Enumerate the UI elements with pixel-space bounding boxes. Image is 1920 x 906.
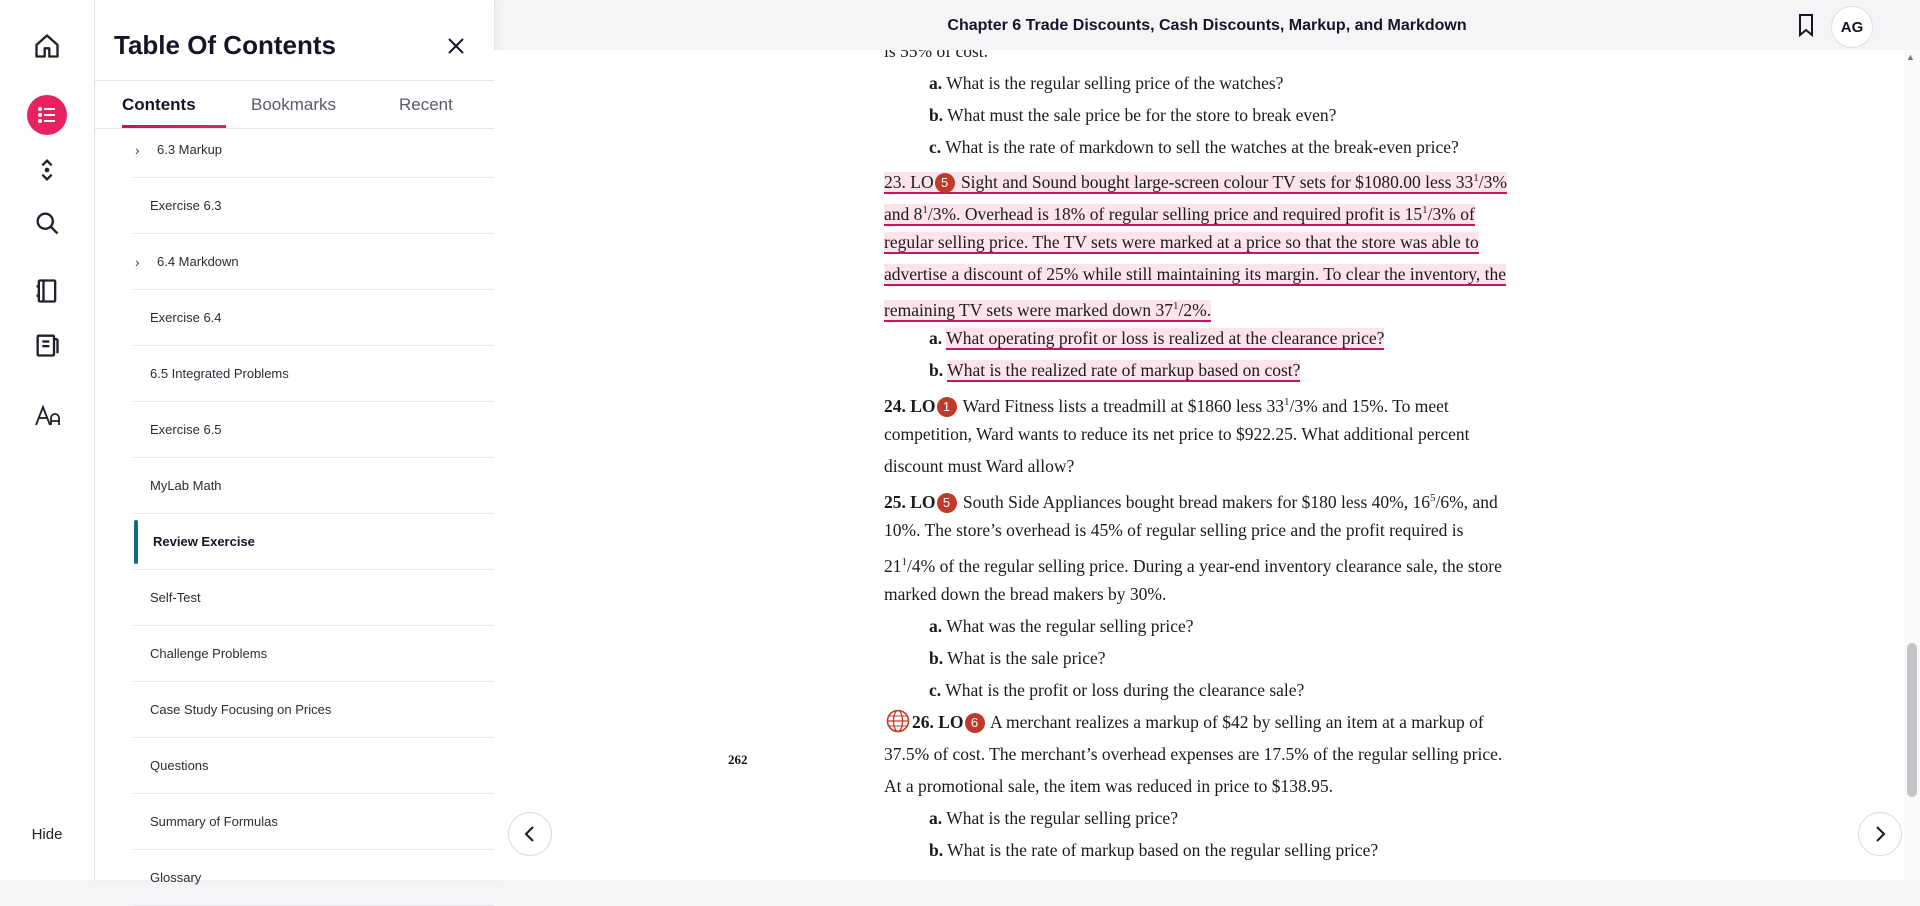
toc-item-mylab-math[interactable]: MyLab Math xyxy=(133,458,494,514)
next-page-button[interactable] xyxy=(1858,812,1902,856)
toc-item-self-test[interactable]: Self-Test xyxy=(133,570,494,626)
toc-item-label: MyLab Math xyxy=(150,478,222,493)
toc-item-label: Review Exercise xyxy=(153,534,255,549)
flashcards-icon[interactable] xyxy=(27,325,67,365)
expand-collapse-icon[interactable] xyxy=(27,150,67,190)
search-icon[interactable] xyxy=(27,203,67,243)
question-part: b. What is the rate of markup based on t… xyxy=(929,840,1379,860)
hide-button[interactable]: Hide xyxy=(0,826,94,843)
chevron-right-icon[interactable]: › xyxy=(135,142,151,158)
question-23-line[interactable]: advertise a discount of 25% while still … xyxy=(884,260,1506,288)
question-part[interactable]: b. What is the realized rate of markup b… xyxy=(929,356,1301,384)
toc-item-case-study[interactable]: Case Study Focusing on Prices xyxy=(133,682,494,738)
question-part: a. What is the regular selling price? xyxy=(929,808,1178,828)
toc-item-label: Exercise 6.4 xyxy=(150,310,222,325)
toc-item-label: Exercise 6.3 xyxy=(150,198,222,213)
question-part: b. What must the sale price be for the s… xyxy=(929,105,1337,125)
chapter-title: Chapter 6 Trade Discounts, Cash Discount… xyxy=(947,17,1467,34)
toc-item-label: Questions xyxy=(150,758,209,773)
toc-item-exercise-6-5[interactable]: Exercise 6.5 xyxy=(133,402,494,458)
tab-contents[interactable]: Contents xyxy=(122,95,196,115)
toc-item-exercise-6-3[interactable]: Exercise 6.3 xyxy=(133,178,494,234)
selected-indicator xyxy=(134,520,138,564)
learning-objective-badge: 1 xyxy=(936,396,957,417)
toc-item-summary-of-formulas[interactable]: Summary of Formulas xyxy=(133,794,494,850)
question-23-line[interactable]: and 81/3%. Overhead is 18% of regular se… xyxy=(884,196,1475,226)
question-25-line: 211/4% of the regular selling price. Dur… xyxy=(884,555,1502,576)
learning-objective-badge: 5 xyxy=(936,492,957,513)
learning-objective-badge: 5 xyxy=(934,172,955,193)
toc-item-label: 6.4 Markdown xyxy=(157,254,239,269)
text-line: is 55% of cost. xyxy=(884,50,989,61)
question-24-line: discount must Ward allow? xyxy=(884,456,1075,476)
scrollbar-thumb[interactable] xyxy=(1907,643,1917,797)
scroll-up-icon[interactable]: ▲ xyxy=(1906,52,1915,62)
toc-item-markup[interactable]: › 6.3 Markup xyxy=(133,122,494,178)
globe-icon[interactable] xyxy=(884,709,912,733)
page-number: 262 xyxy=(728,752,748,767)
text-size-icon[interactable] xyxy=(27,396,67,436)
tab-recent[interactable]: Recent xyxy=(399,95,453,115)
notebook-icon[interactable] xyxy=(27,271,67,311)
question-part: a. What was the regular selling price? xyxy=(929,616,1194,636)
toc-item-label: Exercise 6.5 xyxy=(150,422,222,437)
toc-item-glossary[interactable]: Glossary xyxy=(133,850,494,906)
toc-item-review-exercise[interactable]: Review Exercise xyxy=(133,514,494,570)
question-25-line: marked down the bread makers by 30%. xyxy=(884,584,1167,604)
question-26-line: At a promotional sale, the item was redu… xyxy=(884,776,1334,796)
toc-item-exercise-6-4[interactable]: Exercise 6.4 xyxy=(133,290,494,346)
question-24-line: competition, Ward wants to reduce its ne… xyxy=(884,424,1470,444)
question-part[interactable]: a. What operating profit or loss is real… xyxy=(929,324,1385,352)
toc-item-label: 6.5 Integrated Problems xyxy=(150,366,289,381)
question-26-line: 26. LO 6 A merchant realizes a markup of … xyxy=(884,708,1484,736)
toc-item-label: Glossary xyxy=(150,870,202,885)
table-of-contents-icon[interactable] xyxy=(27,95,67,135)
toc-item-label: Self-Test xyxy=(150,590,201,605)
toc-item-integrated-problems[interactable]: 6.5 Integrated Problems xyxy=(133,346,494,402)
question-26-line: 37.5% of cost. The merchant’s overhead e… xyxy=(884,744,1503,764)
toc-item-challenge-problems[interactable]: Challenge Problems xyxy=(133,626,494,682)
reader-page: 262 is 55% of cost. a. What is the regul… xyxy=(494,50,1904,880)
toc-item-label: Case Study Focusing on Prices xyxy=(150,702,332,717)
toc-item-label: Summary of Formulas xyxy=(150,814,278,829)
question-25-line: 25. LO 5 South Side Appliances bought bre… xyxy=(884,491,1498,513)
question-part: c. What is the profit or loss during the… xyxy=(929,680,1305,700)
home-icon[interactable] xyxy=(27,26,67,66)
question-part: a. What is the regular selling price of … xyxy=(929,73,1284,93)
question-25-line: 10%. The store’s overhead is 45% of regu… xyxy=(884,520,1464,540)
avatar[interactable]: AG xyxy=(1831,6,1873,48)
question-part: c. What is the rate of markdown to sell … xyxy=(929,137,1459,157)
toc-title: Table Of Contents xyxy=(114,30,336,60)
divider xyxy=(95,80,494,81)
question-24-line: 24. LO 1 Ward Fitness lists a treadmill a… xyxy=(884,395,1449,417)
previous-page-button[interactable] xyxy=(508,812,552,856)
close-icon[interactable] xyxy=(440,30,472,62)
chevron-right-icon[interactable]: › xyxy=(135,254,151,270)
question-23-line[interactable]: 23. LO 5 Sight and Sound bought large-scr… xyxy=(884,164,1507,194)
toc-item-markdown[interactable]: › 6.4 Markdown xyxy=(133,234,494,290)
table-of-contents-panel: Table Of Contents Contents Bookmarks Rec… xyxy=(95,0,495,906)
toc-item-label: 6.3 Markup xyxy=(157,142,223,157)
toc-item-label: Challenge Problems xyxy=(150,646,268,661)
learning-objective-badge: 6 xyxy=(964,713,985,733)
question-23-line[interactable]: regular selling price. The TV sets were … xyxy=(884,228,1479,256)
left-rail: Hide xyxy=(0,0,95,880)
bookmark-icon[interactable] xyxy=(1794,12,1818,38)
question-part: b. What is the sale price? xyxy=(929,648,1106,668)
tab-bookmarks[interactable]: Bookmarks xyxy=(251,95,336,115)
toc-item-questions[interactable]: Questions xyxy=(133,738,494,794)
question-23-line[interactable]: remaining TV sets were marked down 371/2… xyxy=(884,292,1212,322)
